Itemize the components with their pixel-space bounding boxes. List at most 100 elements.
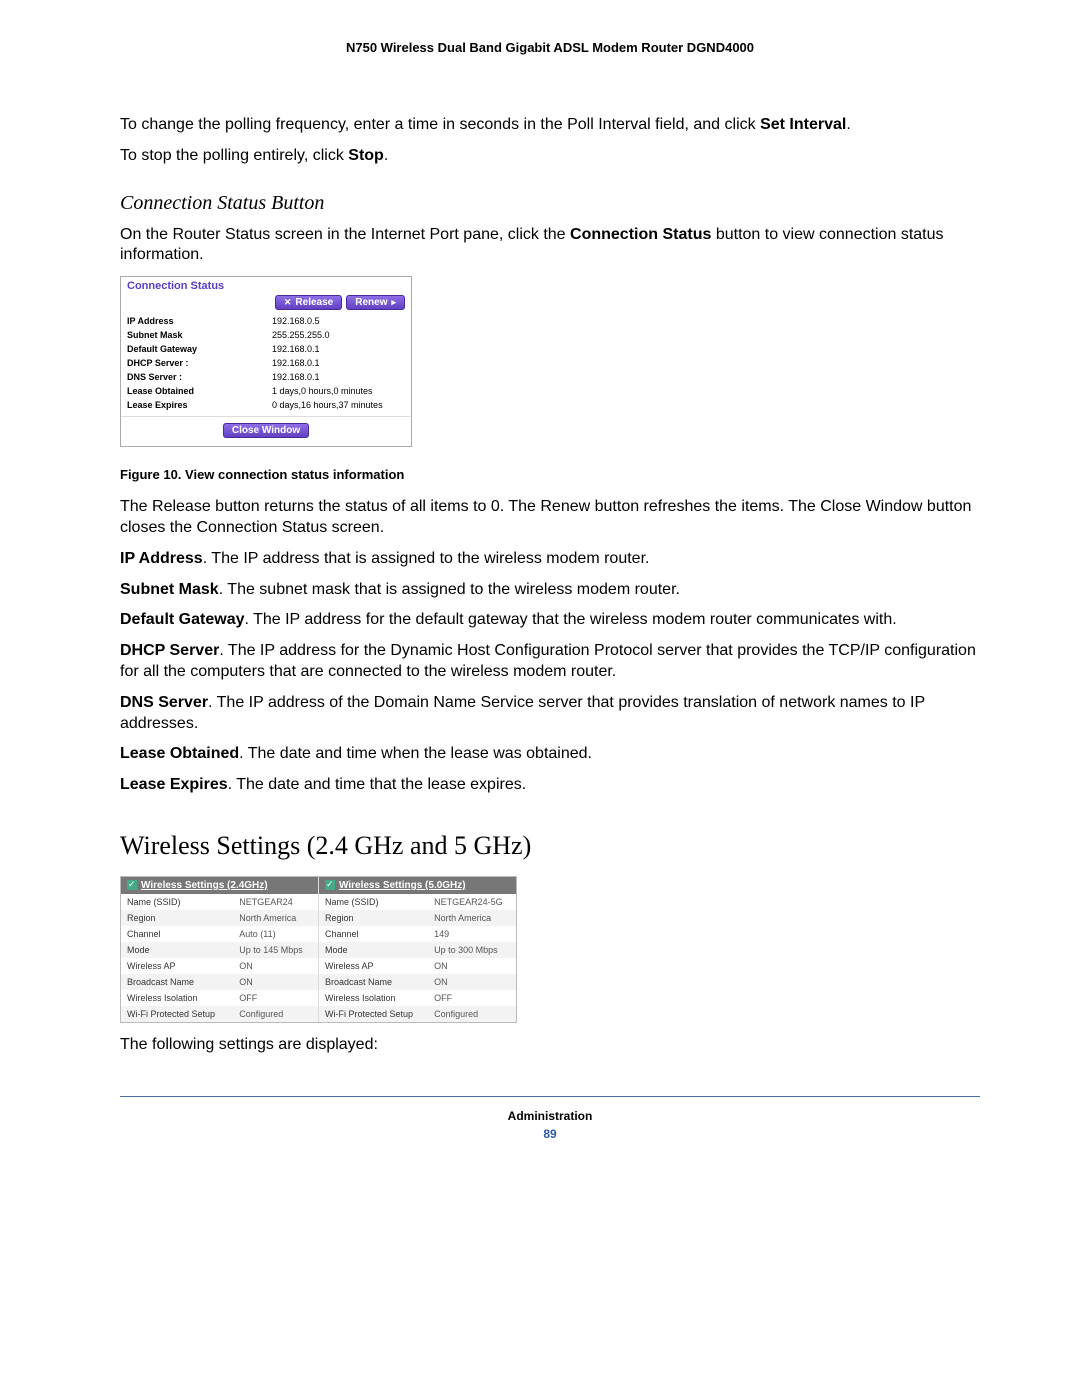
table-row: DNS Server :192.168.0.1 (121, 370, 411, 384)
table-row: Wireless IsolationOFF (319, 990, 516, 1006)
row-value: Up to 145 Mbps (233, 942, 318, 958)
row-value: 0 days,16 hours,37 minutes (266, 398, 411, 412)
term: Lease Obtained (120, 745, 239, 762)
text: . The date and time when the lease was o… (239, 745, 592, 762)
row-value: ON (233, 974, 318, 990)
row-value: ON (428, 958, 516, 974)
row-value: 149 (428, 926, 516, 942)
renew-button[interactable]: Renew (346, 295, 405, 310)
row-value: 192.168.0.5 (266, 314, 411, 328)
row-label: Name (SSID) (319, 894, 428, 910)
conn-after-para: The Release button returns the status of… (120, 497, 980, 539)
row-value: Configured (233, 1006, 318, 1022)
wireless-settings-panel: Wireless Settings (2.4GHz) Name (SSID)NE… (120, 876, 517, 1023)
wifi-after-para: The following settings are displayed: (120, 1035, 980, 1056)
table-row: Channel149 (319, 926, 516, 942)
table-row: Wi-Fi Protected SetupConfigured (319, 1006, 516, 1022)
check-icon (325, 880, 335, 890)
row-value: ON (428, 974, 516, 990)
table-row: ChannelAuto (11) (121, 926, 318, 942)
table-row: Broadcast NameON (121, 974, 318, 990)
button-label: Renew (355, 297, 387, 308)
text: . The date and time that the lease expir… (228, 776, 527, 793)
row-value: 192.168.0.1 (266, 356, 411, 370)
wifi-24ghz-header[interactable]: Wireless Settings (2.4GHz) (121, 877, 318, 894)
row-value: Up to 300 Mbps (428, 942, 516, 958)
row-label: Name (SSID) (121, 894, 233, 910)
wifi-5ghz-column: Wireless Settings (5.0GHz) Name (SSID)NE… (319, 877, 516, 1022)
row-label: IP Address (121, 314, 266, 328)
term: Subnet Mask (120, 581, 219, 598)
def-lease-expires: Lease Expires. The date and time that th… (120, 775, 980, 796)
check-icon (127, 880, 137, 890)
wifi-5ghz-table: Name (SSID)NETGEAR24-5G RegionNorth Amer… (319, 894, 516, 1022)
row-label: Broadcast Name (121, 974, 233, 990)
term: IP Address (120, 550, 203, 567)
table-row: Default Gateway192.168.0.1 (121, 342, 411, 356)
row-label: Wireless Isolation (121, 990, 233, 1006)
text: . The subnet mask that is assigned to th… (219, 581, 680, 598)
conn-desc: On the Router Status screen in the Inter… (120, 225, 980, 267)
header-label: Wireless Settings (5.0GHz) (339, 880, 466, 891)
row-label: Default Gateway (121, 342, 266, 356)
def-dhcp-server: DHCP Server. The IP address for the Dyna… (120, 641, 980, 683)
wireless-settings-heading: Wireless Settings (2.4 GHz and 5 GHz) (120, 831, 980, 861)
row-label: DHCP Server : (121, 356, 266, 370)
text: . The IP address for the default gateway… (244, 611, 896, 628)
row-value: 1 days,0 hours,0 minutes (266, 384, 411, 398)
text: . The IP address for the Dynamic Host Co… (120, 642, 976, 680)
row-value: NETGEAR24-5G (428, 894, 516, 910)
row-label: Mode (121, 942, 233, 958)
text: . The IP address of the Domain Name Serv… (120, 694, 925, 732)
row-value: 192.168.0.1 (266, 370, 411, 384)
connection-status-title: Connection Status (121, 277, 411, 295)
text: To change the polling frequency, enter a… (120, 116, 760, 133)
row-label: Lease Expires (121, 398, 266, 412)
chapter-name: Administration (120, 1109, 980, 1123)
intro-para-1: To change the polling frequency, enter a… (120, 115, 980, 136)
table-row: DHCP Server :192.168.0.1 (121, 356, 411, 370)
row-value: ON (233, 958, 318, 974)
button-label: Release (295, 297, 333, 308)
def-dns-server: DNS Server. The IP address of the Domain… (120, 693, 980, 735)
row-value: Configured (428, 1006, 516, 1022)
header-label: Wireless Settings (2.4GHz) (141, 880, 268, 891)
connection-status-heading: Connection Status Button (120, 192, 980, 215)
figure-caption: Figure 10. View connection status inform… (120, 467, 980, 482)
row-value: NETGEAR24 (233, 894, 318, 910)
table-row: Wireless APON (121, 958, 318, 974)
stop-term: Stop (348, 147, 384, 164)
text: To stop the polling entirely, click (120, 147, 348, 164)
row-value: OFF (428, 990, 516, 1006)
table-row: IP Address192.168.0.5 (121, 314, 411, 328)
row-label: Wireless Isolation (319, 990, 428, 1006)
button-label: Close Window (232, 425, 300, 436)
page-footer: Administration 89 (120, 1096, 980, 1141)
table-row: Name (SSID)NETGEAR24-5G (319, 894, 516, 910)
row-value: North America (428, 910, 516, 926)
document-header: N750 Wireless Dual Band Gigabit ADSL Mod… (120, 40, 980, 55)
table-row: Broadcast NameON (319, 974, 516, 990)
term: DHCP Server (120, 642, 219, 659)
table-row: Lease Expires0 days,16 hours,37 minutes (121, 398, 411, 412)
connection-status-table: IP Address192.168.0.5 Subnet Mask255.255… (121, 314, 411, 412)
wifi-24ghz-table: Name (SSID)NETGEAR24 RegionNorth America… (121, 894, 318, 1022)
def-lease-obtained: Lease Obtained. The date and time when t… (120, 744, 980, 765)
table-row: RegionNorth America (121, 910, 318, 926)
arrow-right-icon (391, 297, 396, 308)
table-row: Wireless IsolationOFF (121, 990, 318, 1006)
row-label: Region (319, 910, 428, 926)
intro-para-2: To stop the polling entirely, click Stop… (120, 146, 980, 167)
text: On the Router Status screen in the Inter… (120, 226, 570, 243)
row-value: Auto (11) (233, 926, 318, 942)
term: DNS Server (120, 694, 208, 711)
wifi-5ghz-header[interactable]: Wireless Settings (5.0GHz) (319, 877, 516, 894)
release-button[interactable]: Release (275, 295, 342, 310)
text: . (384, 147, 388, 164)
row-label: Wireless AP (319, 958, 428, 974)
row-label: Wireless AP (121, 958, 233, 974)
close-window-button[interactable]: Close Window (223, 423, 309, 438)
close-icon (284, 297, 292, 308)
row-value: 192.168.0.1 (266, 342, 411, 356)
table-row: ModeUp to 300 Mbps (319, 942, 516, 958)
